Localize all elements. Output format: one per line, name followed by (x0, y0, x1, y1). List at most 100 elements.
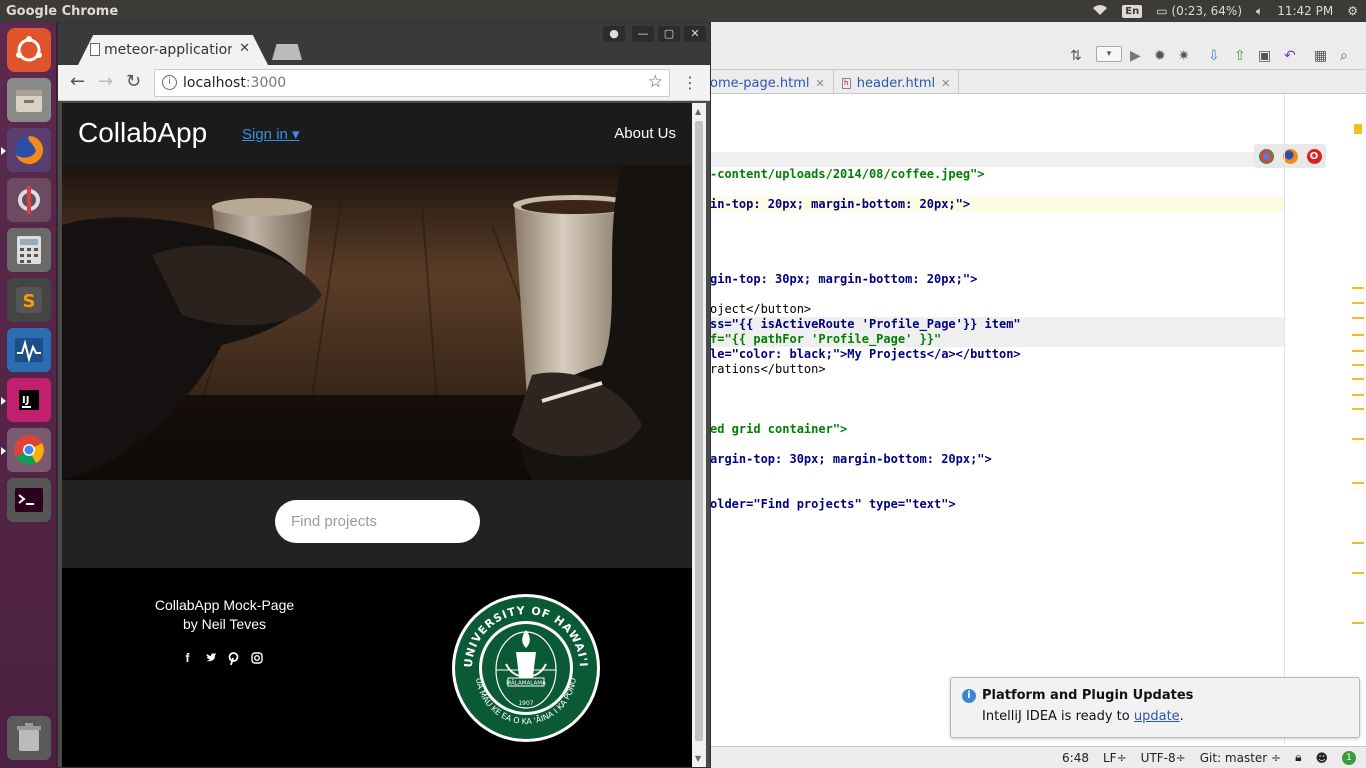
error-stripe-mark[interactable] (1352, 378, 1364, 380)
minimize-button[interactable]: — (632, 26, 654, 42)
error-stripe-mark[interactable] (1352, 364, 1364, 366)
terminal-icon[interactable] (7, 478, 51, 522)
clock[interactable]: 11:42 PM (1277, 4, 1333, 18)
file-encoding[interactable]: UTF-8÷ (1141, 751, 1186, 765)
pinterest-icon[interactable] (228, 652, 239, 666)
battery-indicator[interactable]: ▭ (0:23, 64%) (1156, 4, 1242, 18)
debug-icon[interactable]: ✹ (1154, 48, 1166, 64)
compare-icon[interactable]: ▣ (1258, 48, 1271, 64)
chrome-icon[interactable] (1, 428, 51, 472)
tab-header[interactable]: h header.html ✕ (834, 70, 960, 94)
reload-icon[interactable]: ↻ (126, 71, 141, 92)
opera-preview-icon[interactable]: O (1306, 148, 1322, 164)
sublime-icon[interactable]: S (7, 278, 51, 322)
sort-icon[interactable]: ⇅ (1070, 48, 1082, 64)
facebook-icon[interactable]: f (182, 652, 193, 665)
browser-preview-icons: O (1254, 144, 1326, 168)
maximize-button[interactable]: ▢ (658, 26, 680, 42)
error-stripe-mark[interactable] (1352, 408, 1364, 410)
code-line: ed grid container"> (710, 422, 848, 436)
footer-credit: CollabApp Mock-Page by Neil Teves (152, 596, 297, 634)
inspector-icon[interactable]: ☻ (1315, 751, 1328, 765)
address-bar[interactable]: i localhost:3000 ☆ (154, 69, 670, 97)
signin-dropdown[interactable]: Sign in ▾ (242, 125, 300, 143)
launcher: S IJ (0, 22, 57, 768)
search-band (62, 480, 692, 568)
search-icon[interactable]: ⌕ (1340, 48, 1348, 64)
warning-marker[interactable] (1354, 124, 1362, 134)
bookmark-star-icon[interactable]: ☆ (648, 72, 663, 92)
url-port: :3000 (245, 75, 287, 91)
close-window-button[interactable]: ✕ (684, 26, 706, 42)
lock-icon[interactable]: 🔒︎ (1295, 750, 1301, 765)
tab-home-page[interactable]: ome-page.html ✕ (710, 70, 834, 94)
run-config-dropdown[interactable]: ▾ (1096, 46, 1122, 62)
settings-icon[interactable] (7, 178, 51, 222)
find-projects-input[interactable] (275, 500, 480, 543)
page-icon (90, 43, 100, 56)
instagram-icon[interactable] (251, 652, 263, 665)
scroll-down-icon[interactable]: ▼ (695, 754, 701, 763)
error-stripe-mark[interactable] (1352, 542, 1364, 544)
error-stripe-mark[interactable] (1352, 317, 1364, 319)
chrome-toolbar: ← → ↻ i localhost:3000 ☆ ⋮ (58, 65, 710, 101)
close-icon[interactable]: ✕ (239, 41, 250, 56)
error-stripe-mark[interactable] (1352, 302, 1364, 304)
wifi-icon[interactable] (1092, 4, 1108, 19)
update-notification[interactable]: i Platform and Plugin Updates IntelliJ I… (950, 677, 1360, 738)
volume-icon[interactable]: 🔈︎ (1256, 4, 1263, 19)
error-stripe-mark[interactable] (1352, 622, 1364, 624)
error-stripe-mark[interactable] (1352, 334, 1364, 336)
site-navbar: CollabApp Sign in ▾ About Us (62, 103, 692, 165)
update-link[interactable]: update (1134, 709, 1180, 724)
close-icon[interactable]: ✕ (941, 77, 950, 90)
site-brand[interactable]: CollabApp (78, 117, 207, 149)
site-info-icon[interactable]: i (162, 75, 177, 90)
vcs-branch[interactable]: Git: master ÷ (1200, 751, 1281, 765)
top-panel: Google Chrome En ▭ (0:23, 64%) 🔈︎ 11:42 … (0, 0, 1366, 22)
keyboard-layout-indicator[interactable]: En (1122, 4, 1143, 18)
new-tab-button[interactable] (272, 44, 302, 60)
chrome-window: meteor-application ✕ ● — ▢ ✕ ← → ↻ i loc… (57, 22, 711, 768)
twitter-icon[interactable] (205, 652, 216, 665)
menu-icon[interactable]: ⋮ (682, 73, 698, 92)
error-stripe-mark[interactable] (1352, 438, 1364, 440)
firefox-icon[interactable] (1, 128, 51, 172)
notification-title: Platform and Plugin Updates (982, 688, 1194, 703)
back-icon[interactable]: ← (70, 71, 85, 92)
hero-image (62, 165, 692, 480)
caret-position[interactable]: 6:48 (1062, 751, 1089, 765)
trash-icon[interactable] (7, 716, 51, 760)
code-line: le="color: black;">My Projects</a></butt… (710, 347, 1021, 361)
close-icon[interactable]: ✕ (816, 77, 825, 90)
revert-icon[interactable]: ↶ (1284, 48, 1296, 64)
project-structure-icon[interactable]: ▦ (1314, 48, 1327, 64)
vcs-commit-icon[interactable]: ⇧ (1234, 48, 1246, 64)
scroll-thumb[interactable] (695, 121, 703, 741)
error-stripe-mark[interactable] (1352, 572, 1364, 574)
error-stripe-mark[interactable] (1352, 350, 1364, 352)
intellij-icon[interactable]: IJ (1, 378, 51, 422)
tab-label: ome-page.html (710, 76, 810, 91)
browser-tab[interactable]: meteor-application ✕ (78, 35, 268, 65)
scroll-up-icon[interactable]: ▲ (695, 107, 701, 116)
about-us-link[interactable]: About Us (614, 125, 676, 142)
monitor-icon[interactable] (7, 328, 51, 372)
line-separator[interactable]: LF÷ (1103, 751, 1127, 765)
ubuntu-icon[interactable] (7, 28, 51, 72)
chrome-preview-icon[interactable] (1258, 148, 1274, 164)
files-icon[interactable] (7, 78, 51, 122)
calculator-icon[interactable] (7, 228, 51, 272)
gear-icon[interactable]: ⚙ (1347, 4, 1358, 18)
forward-icon[interactable]: → (98, 71, 113, 92)
event-log-icon[interactable]: 1 (1342, 750, 1356, 765)
coverage-icon[interactable]: ✷ (1178, 48, 1190, 64)
error-stripe-mark[interactable] (1352, 482, 1364, 484)
profile-icon[interactable]: ● (603, 26, 625, 42)
html-file-icon: h (841, 78, 851, 89)
error-stripe-mark[interactable] (1352, 287, 1364, 289)
error-stripe-mark[interactable] (1352, 394, 1364, 396)
run-icon[interactable]: ▶ (1130, 48, 1141, 64)
vcs-update-icon[interactable]: ⇩ (1208, 48, 1220, 64)
page-scrollbar[interactable]: ▲ ▼ (692, 103, 706, 767)
